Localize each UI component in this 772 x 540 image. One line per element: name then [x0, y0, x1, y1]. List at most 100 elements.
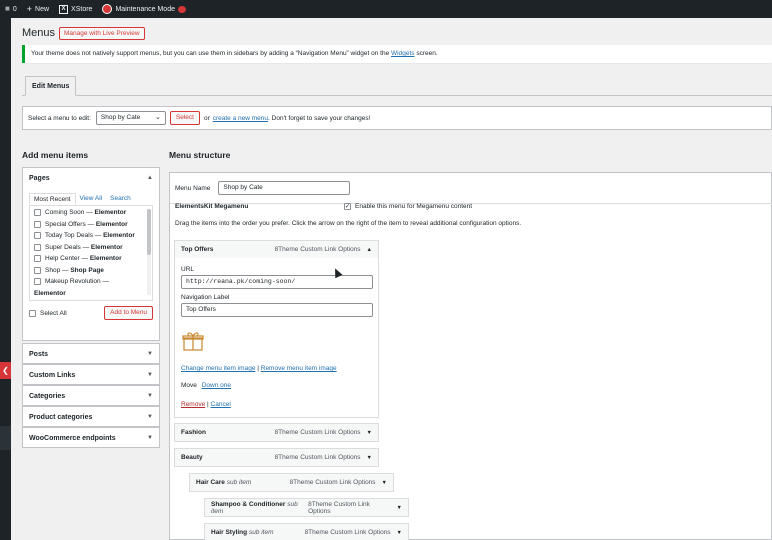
list-item[interactable]: Coming Soon — Elementor [34, 209, 148, 221]
admin-bar: ■ 0 + New X XStore Maintenance Mode [0, 0, 772, 18]
menu-item-title: Hair Styling [211, 529, 248, 536]
remove-link[interactable]: Remove [181, 401, 205, 408]
chevron-up-icon[interactable]: ▲ [367, 247, 372, 253]
page-checkbox[interactable] [34, 232, 41, 239]
manage-live-preview-button[interactable]: Manage with Live Preview [59, 27, 145, 40]
categories-panel[interactable]: Categories ▼ [22, 385, 160, 406]
navigation-label-input[interactable]: Top Offers [181, 303, 373, 317]
chevron-down-icon: ▼ [147, 393, 153, 399]
page-suffix: Elementor [34, 289, 66, 297]
menu-select[interactable]: Shop by Cate ⌄ [95, 111, 166, 125]
maintenance-label: Maintenance Mode [115, 5, 175, 13]
remove-image-link[interactable]: Remove menu item image [261, 365, 337, 372]
page-checkbox[interactable] [34, 255, 41, 262]
tab-search[interactable]: Search [106, 193, 135, 205]
xstore-icon: X [59, 4, 69, 14]
comments-menu[interactable]: ■ 0 [0, 0, 22, 18]
url-label: URL [181, 266, 195, 273]
list-item[interactable]: Today Top Deals — Elementor [34, 232, 148, 244]
select-all-control[interactable]: Select All [29, 309, 67, 317]
comments-count: 0 [12, 5, 17, 13]
chevron-down-icon[interactable]: ▼ [397, 530, 402, 536]
menu-item-hair-care[interactable]: Hair Care sub item 8Theme Custom Link Op… [189, 473, 394, 492]
menu-item-type: 8Theme Custom Link Options [274, 429, 361, 436]
menu-item-hair-styling[interactable]: Hair Styling sub item 8Theme Custom Link… [204, 523, 409, 540]
page-checkbox[interactable] [34, 266, 41, 274]
chevron-up-icon: ▲ [147, 175, 153, 181]
move-label: Move [181, 382, 197, 389]
page-name: Special Offers [45, 220, 86, 228]
chevron-down-icon[interactable]: ▼ [382, 480, 387, 486]
admin-sidebar: ❮ [0, 18, 11, 540]
list-item[interactable]: Help Center — Elementor [34, 255, 148, 267]
list-item[interactable]: Makeup Revolution — [34, 278, 148, 290]
tab-most-recent[interactable]: Most Recent [29, 193, 76, 205]
page-checkbox[interactable] [34, 278, 41, 285]
pages-panel: Pages ▲ Most Recent View All Search Comi… [22, 167, 160, 341]
pages-scrollbar[interactable] [147, 209, 151, 295]
new-content-menu[interactable]: + New [22, 0, 54, 18]
megamenu-title: ElementsKit Megamenu [175, 203, 249, 210]
scrollbar-thumb[interactable] [147, 209, 151, 255]
page-suffix: Shop Page [70, 266, 104, 274]
menu-item-type: 8Theme Custom Link Options [274, 246, 361, 253]
tab-divider [22, 95, 772, 96]
menu-item-top-offers[interactable]: Top Offers 8Theme Custom Link Options ▲ [174, 240, 379, 259]
move-down-link[interactable]: Down one [202, 382, 231, 389]
page-name: Super Deals [45, 243, 81, 251]
custom-links-panel[interactable]: Custom Links ▼ [22, 364, 160, 385]
add-menu-items-heading: Add menu items [22, 150, 89, 160]
xstore-menu[interactable]: X XStore [54, 0, 97, 18]
page-suffix: Elementor [94, 209, 127, 216]
megamenu-toggle[interactable]: ✓ Enable this menu for Megamenu content [344, 203, 472, 210]
create-new-menu-link[interactable]: create a new menu [213, 115, 268, 122]
collapse-arrow-icon[interactable]: ❮ [0, 362, 11, 379]
select-all-checkbox[interactable] [29, 309, 36, 317]
product-categories-panel[interactable]: Product categories ▼ [22, 406, 160, 427]
menu-item-shampoo-conditioner[interactable]: Shampoo & Conditioner sub item 8Theme Cu… [204, 498, 409, 517]
chevron-down-icon[interactable]: ▼ [367, 430, 372, 436]
tab-view-all[interactable]: View All [76, 193, 107, 205]
maintenance-mode-menu[interactable]: Maintenance Mode [97, 0, 191, 18]
cancel-link[interactable]: Cancel [211, 401, 231, 408]
new-label: New [35, 5, 50, 13]
list-item[interactable]: Special Offers — Elementor [34, 220, 148, 233]
sub-item-tag: sub item [248, 529, 274, 536]
page-checkbox[interactable] [34, 243, 41, 251]
page-title: Menus [22, 27, 56, 39]
list-item[interactable]: Super Deals — Elementor [34, 243, 148, 256]
menu-structure-heading: Menu structure [169, 150, 231, 160]
page-name: Coming Soon [45, 209, 85, 216]
megamenu-checkbox[interactable]: ✓ [344, 203, 351, 210]
woocommerce-endpoints-panel[interactable]: WooCommerce endpoints ▼ [22, 427, 160, 448]
menu-name-input[interactable]: Shop by Cate [218, 181, 351, 195]
select-button[interactable]: Select [169, 111, 200, 125]
posts-panel[interactable]: Posts ▼ [22, 343, 160, 364]
change-image-link[interactable]: Change menu item image [181, 365, 255, 372]
chevron-down-icon[interactable]: ▼ [397, 505, 402, 511]
pages-actions: Select All Add to Menu [29, 306, 153, 320]
widgets-link[interactable]: Widgets [391, 50, 414, 57]
menu-item-fashion[interactable]: Fashion 8Theme Custom Link Options ▼ [174, 423, 379, 442]
pages-checklist: Coming Soon — Elementor Special Offers —… [29, 205, 153, 301]
woocommerce-endpoints-title: WooCommerce endpoints [29, 434, 116, 442]
menu-item-type: 8Theme Custom Link Options [304, 529, 391, 536]
menu-item-type: 8Theme Custom Link Options [274, 454, 361, 461]
tab-edit-menus[interactable]: Edit Menus [25, 76, 77, 96]
url-input[interactable]: http://reana.pk/coming-soon/ [181, 275, 373, 289]
chevron-down-icon[interactable]: ▼ [367, 455, 372, 461]
pages-panel-header[interactable]: Pages ▲ [23, 168, 159, 188]
page-checkbox[interactable] [34, 220, 41, 228]
menu-item-beauty[interactable]: Beauty 8Theme Custom Link Options ▼ [174, 448, 379, 467]
add-to-menu-button[interactable]: Add to Menu [104, 306, 153, 320]
list-item[interactable]: Shop — Shop Page [34, 266, 148, 279]
menu-select-value: Shop by Cate [100, 114, 141, 121]
page-suffix: Elementor [89, 255, 122, 262]
menu-item-title: Fashion [181, 429, 206, 436]
pages-tabs: Most Recent View All Search [29, 192, 153, 205]
page-checkbox[interactable] [34, 209, 41, 216]
menu-item-title: Beauty [181, 454, 203, 461]
main-content: Menus Manage with Live Preview Your them… [11, 18, 772, 540]
sidebar-highlight [0, 426, 11, 450]
chevron-down-icon: ▼ [147, 351, 153, 357]
